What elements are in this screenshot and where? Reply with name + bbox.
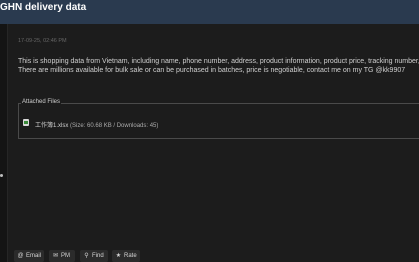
- envelope-icon: ✉: [52, 253, 59, 259]
- at-icon: @: [17, 253, 24, 259]
- thread-header: GHN delivery data: [0, 0, 419, 24]
- thread-title: GHN delivery data: [0, 2, 87, 13]
- pm-button[interactable]: ✉ PM: [49, 250, 75, 262]
- post-message: This is shopping data from Vietnam, incl…: [18, 57, 419, 75]
- message-line: This is shopping data from Vietnam, incl…: [18, 58, 419, 65]
- email-button[interactable]: @ Email: [14, 250, 44, 262]
- status-dot: [0, 174, 3, 177]
- find-button-label: Find: [92, 253, 104, 259]
- message-line: There are millions available for bulk sa…: [18, 67, 406, 74]
- find-button[interactable]: ⚲ Find: [80, 250, 108, 262]
- attachment-row: 工作簿1.xlsx (Size: 60.68 KB / Downloads: 4…: [35, 120, 158, 129]
- attachment-meta: (Size: 60.68 KB / Downloads: 45): [70, 123, 159, 129]
- post-timestamp: 17-09-25, 02:46 PM: [18, 38, 67, 44]
- search-icon: ⚲: [84, 253, 89, 259]
- rate-button-label: Rate: [124, 253, 137, 259]
- attachment-link[interactable]: 工作簿1.xlsx: [35, 123, 68, 129]
- star-icon: ★: [115, 253, 122, 259]
- xlsx-file-icon: [23, 119, 29, 126]
- email-button-label: Email: [26, 253, 42, 259]
- pm-button-label: PM: [61, 253, 70, 259]
- rate-button[interactable]: ★ Rate: [112, 250, 140, 262]
- attachments-legend: Attached Files: [21, 99, 62, 105]
- user-sidebar: [0, 24, 8, 262]
